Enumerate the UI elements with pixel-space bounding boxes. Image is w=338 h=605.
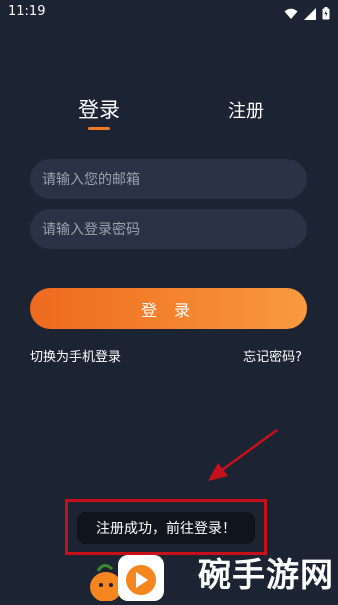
watermark-text: 碗手游网 bbox=[198, 555, 334, 594]
toast-text: 注册成功，前往登录！ bbox=[96, 521, 236, 537]
toast-message: 注册成功，前往登录！ bbox=[77, 512, 255, 544]
watermark-logo-icon bbox=[84, 545, 168, 605]
